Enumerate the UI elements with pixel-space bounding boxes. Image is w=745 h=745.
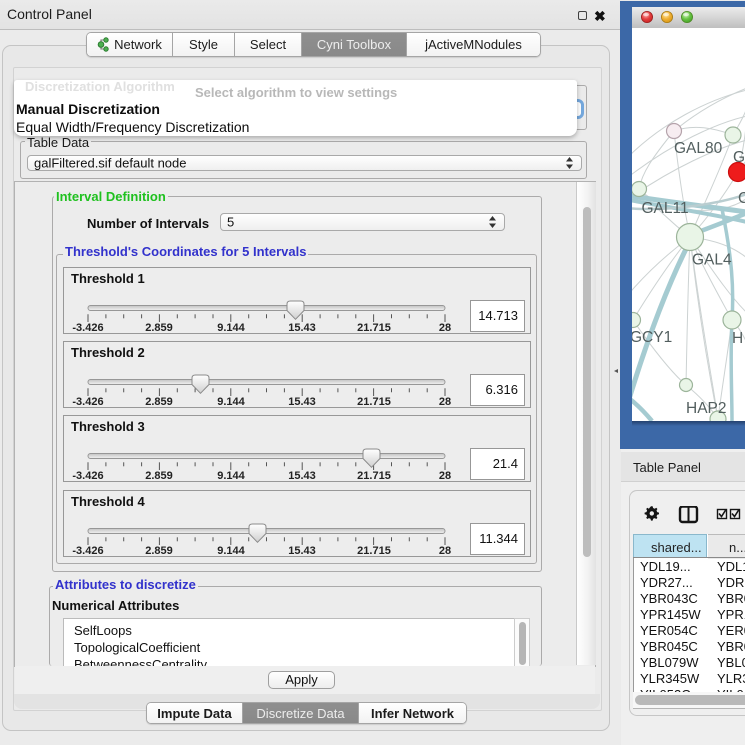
svg-text:C: C [738, 190, 745, 207]
svg-text:HAP2: HAP2 [686, 400, 727, 417]
svg-text:GCY1: GCY1 [632, 329, 672, 346]
svg-text:GAL4: GAL4 [692, 252, 732, 269]
svg-text:GAL80: GAL80 [674, 140, 723, 157]
svg-text:H: H [732, 330, 743, 347]
svg-text:GAL11: GAL11 [642, 200, 689, 217]
svg-text:G.: G. [733, 149, 745, 166]
